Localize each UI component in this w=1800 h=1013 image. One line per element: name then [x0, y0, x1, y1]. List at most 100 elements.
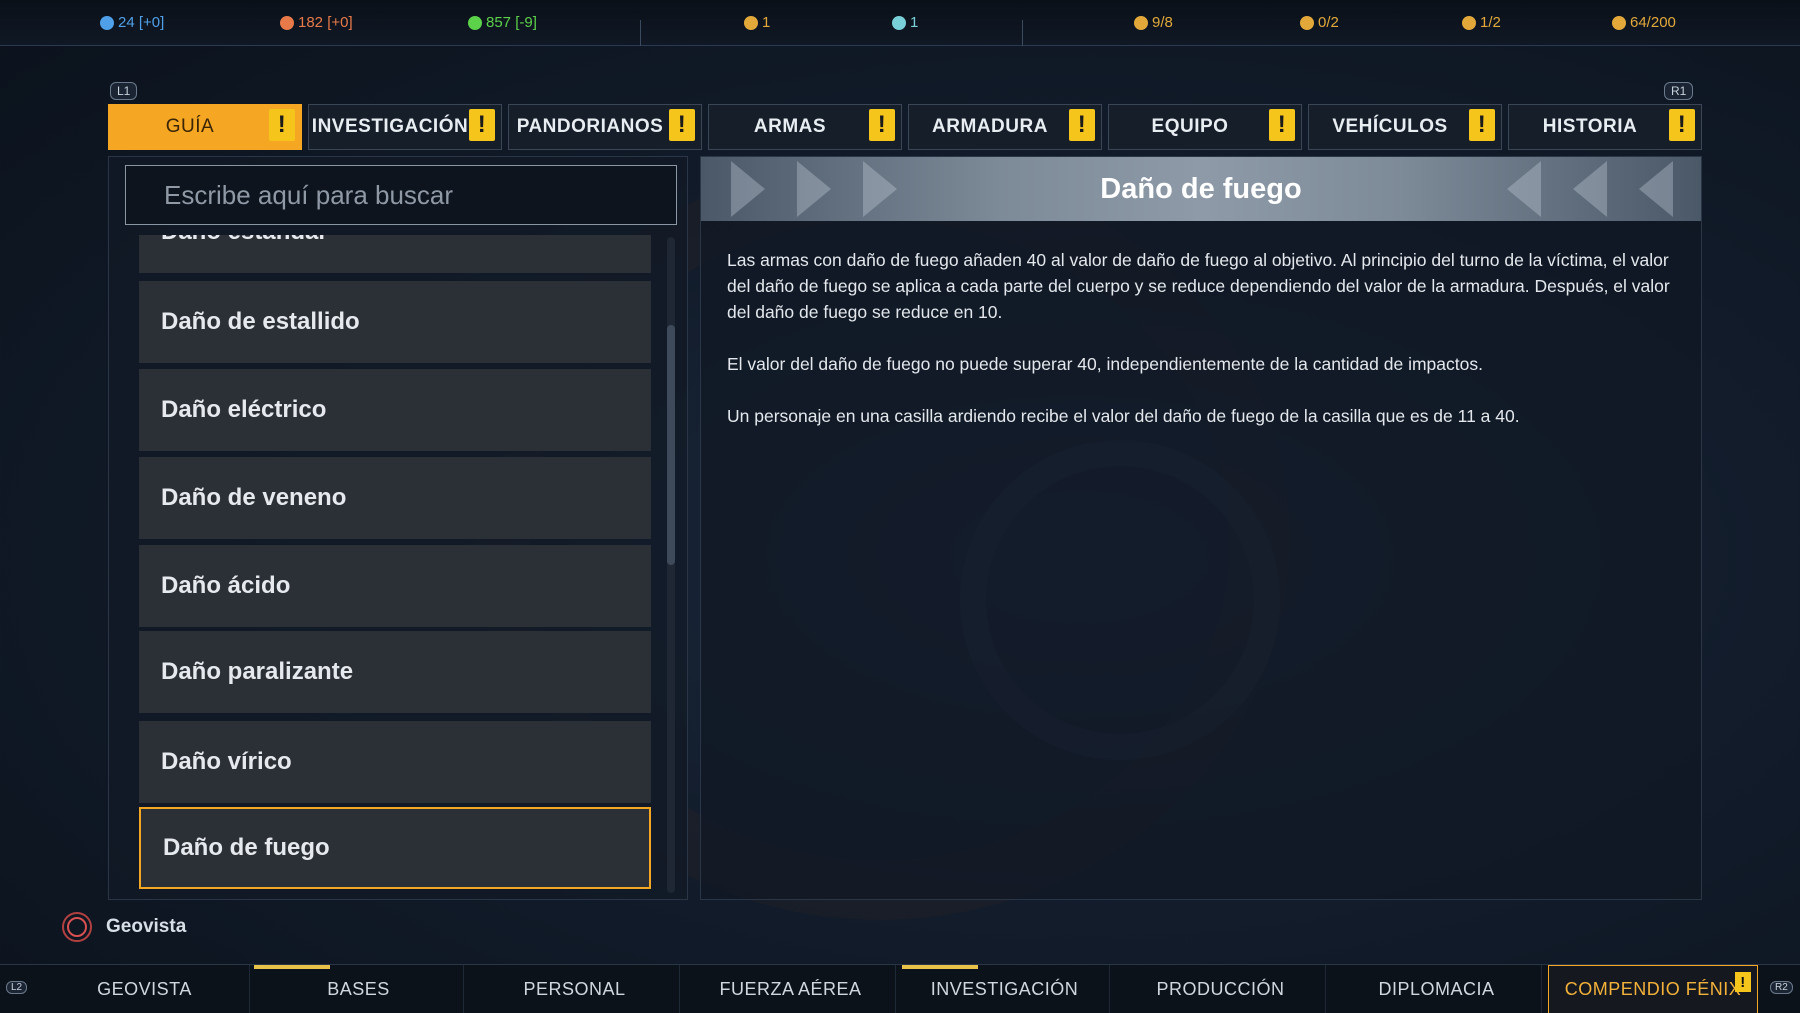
l2-hint: L2	[6, 981, 28, 994]
list-item[interactable]: Daño de fuego	[139, 807, 651, 889]
nav-item-4[interactable]: FUERZA AÉREA	[686, 965, 896, 1013]
tab-label: INVESTIGACIÓN	[311, 116, 469, 137]
divider	[640, 20, 641, 46]
detail-panel: Daño de fuego Las armas con daño de fueg…	[700, 156, 1702, 900]
resource-soldiers: 9/8	[1134, 14, 1173, 31]
resource-value: 857 [-9]	[486, 14, 537, 31]
warning-icon: !	[1469, 109, 1495, 141]
warning-icon: !	[1069, 109, 1095, 141]
list-item[interactable]: Daño vírico	[139, 721, 651, 803]
detail-body: Las armas con daño de fuego añaden 40 al…	[727, 247, 1677, 455]
resource-aircraft: 1/2	[1462, 14, 1501, 31]
materials-icon	[280, 15, 294, 30]
geovista-back-button[interactable]: Geovista	[62, 912, 186, 942]
nav-label: FUERZA AÉREA	[719, 979, 862, 999]
l1-hint: L1	[110, 82, 138, 100]
tab-label: VEHÍCULOS	[1332, 116, 1448, 137]
resource-value: 64/200	[1630, 14, 1676, 31]
tab-1[interactable]: GUÍA!	[108, 104, 302, 150]
resource-value: 24 [+0]	[118, 14, 165, 31]
list-item[interactable]: Daño eléctrico	[139, 369, 651, 451]
tab-8[interactable]: HISTORIA!	[1508, 104, 1702, 150]
nav-item-3[interactable]: PERSONAL	[470, 965, 680, 1013]
nav-label: COMPENDIO FÉNIX	[1564, 979, 1742, 999]
topic-list: Daño estándar Daño de estallidoDaño eléct…	[139, 235, 659, 895]
tab-3[interactable]: PANDORIANOS!	[508, 104, 702, 150]
resource-mutagen: 1	[892, 14, 918, 31]
soldiers-icon	[1134, 15, 1148, 30]
list-item[interactable]: Daño de veneno	[139, 457, 651, 539]
list-item[interactable]: Daño estándar	[139, 235, 651, 273]
resource-food: 857 [-9]	[468, 14, 537, 31]
list-item[interactable]: Daño ácido	[139, 545, 651, 627]
tab-label: PANDORIANOS	[516, 116, 664, 137]
warning-icon: !	[869, 109, 895, 141]
resource-storage: 64/200	[1612, 14, 1676, 31]
divider	[1022, 20, 1023, 46]
chevron-left-icon	[1573, 161, 1607, 217]
category-tabs: GUÍA! INVESTIGACIÓN! PANDORIANOS! ARMAS! ARM…	[108, 104, 1702, 150]
production-icon	[744, 15, 758, 30]
resource-materials: 182 [+0]	[280, 14, 353, 31]
tab-label: GUÍA	[165, 116, 215, 137]
nav-marker	[902, 965, 978, 969]
warning-icon: !	[1735, 972, 1751, 992]
resource-research: 24 [+0]	[100, 14, 164, 31]
tab-7[interactable]: VEHÍCULOS!	[1308, 104, 1502, 150]
tab-4[interactable]: ARMAS!	[708, 104, 902, 150]
nav-marker	[254, 965, 330, 969]
resource-value: 1	[762, 14, 771, 31]
circle-button-icon	[62, 912, 92, 942]
warning-icon: !	[469, 109, 495, 141]
scrollbar-thumb[interactable]	[667, 325, 675, 565]
nav-item-1[interactable]: GEOVISTA	[40, 965, 250, 1013]
storage-icon	[1612, 15, 1626, 30]
detail-paragraph: El valor del daño de fuego no puede supe…	[727, 354, 1483, 374]
nav-item-7[interactable]: DIPLOMACIA	[1332, 965, 1542, 1013]
nav-label: DIPLOMACIA	[1378, 979, 1495, 999]
nav-label: PRODUCCIÓN	[1156, 979, 1285, 999]
list-scrollbar[interactable]	[667, 237, 675, 893]
detail-header: Daño de fuego	[701, 157, 1701, 221]
detail-paragraph: Las armas con daño de fuego añaden 40 al…	[727, 250, 1670, 322]
mutagen-icon	[892, 15, 906, 30]
resource-value: 1	[910, 14, 919, 31]
tab-2[interactable]: INVESTIGACIÓN!	[308, 104, 502, 150]
r2-hint: R2	[1770, 981, 1793, 994]
food-icon	[468, 15, 482, 30]
tab-label: EQUIPO	[1151, 116, 1229, 137]
nav-item-2[interactable]: BASES	[254, 965, 464, 1013]
nav-item-8[interactable]: COMPENDIO FÉNIX!	[1548, 965, 1758, 1013]
research-icon	[100, 15, 114, 30]
bottom-nav: L2 R2 GEOVISTA BASES PERSONAL FUERZA AÉREA I…	[0, 964, 1800, 1013]
tab-5[interactable]: ARMADURA!	[908, 104, 1102, 150]
nav-item-6[interactable]: PRODUCCIÓN	[1116, 965, 1326, 1013]
tab-6[interactable]: EQUIPO!	[1108, 104, 1302, 150]
resource-value: 182 [+0]	[298, 14, 353, 31]
geovista-label: Geovista	[106, 916, 187, 937]
search-input[interactable]	[125, 165, 677, 225]
warning-icon: !	[669, 109, 695, 141]
resource-bar: 24 [+0] 182 [+0] 857 [-9] 1 1 9/8 0/2 1/2 64/200	[0, 0, 1800, 46]
warning-icon: !	[269, 109, 295, 141]
list-item[interactable]: Daño de estallido	[139, 281, 651, 363]
nav-item-5[interactable]: INVESTIGACIÓN	[900, 965, 1110, 1013]
warning-icon: !	[1669, 109, 1695, 141]
resource-production: 1	[744, 14, 770, 31]
aircraft-icon	[1462, 15, 1476, 30]
nav-label: INVESTIGACIÓN	[930, 979, 1079, 999]
chevron-right-icon	[797, 161, 831, 217]
tab-label: ARMADURA	[932, 116, 1048, 137]
resource-value: 9/8	[1152, 14, 1173, 31]
detail-paragraph: Un personaje en una casilla ardiendo rec…	[727, 406, 1520, 426]
resource-value: 0/2	[1318, 14, 1339, 31]
nav-label: GEOVISTA	[97, 979, 192, 999]
resource-vehicles: 0/2	[1300, 14, 1339, 31]
chevron-left-icon	[1507, 161, 1541, 217]
tab-label: HISTORIA	[1542, 116, 1638, 137]
chevron-right-icon	[731, 161, 765, 217]
tab-label: ARMAS	[753, 116, 827, 137]
list-item[interactable]: Daño paralizante	[139, 631, 651, 713]
chevron-left-icon	[1639, 161, 1673, 217]
chevron-right-icon	[863, 161, 897, 217]
